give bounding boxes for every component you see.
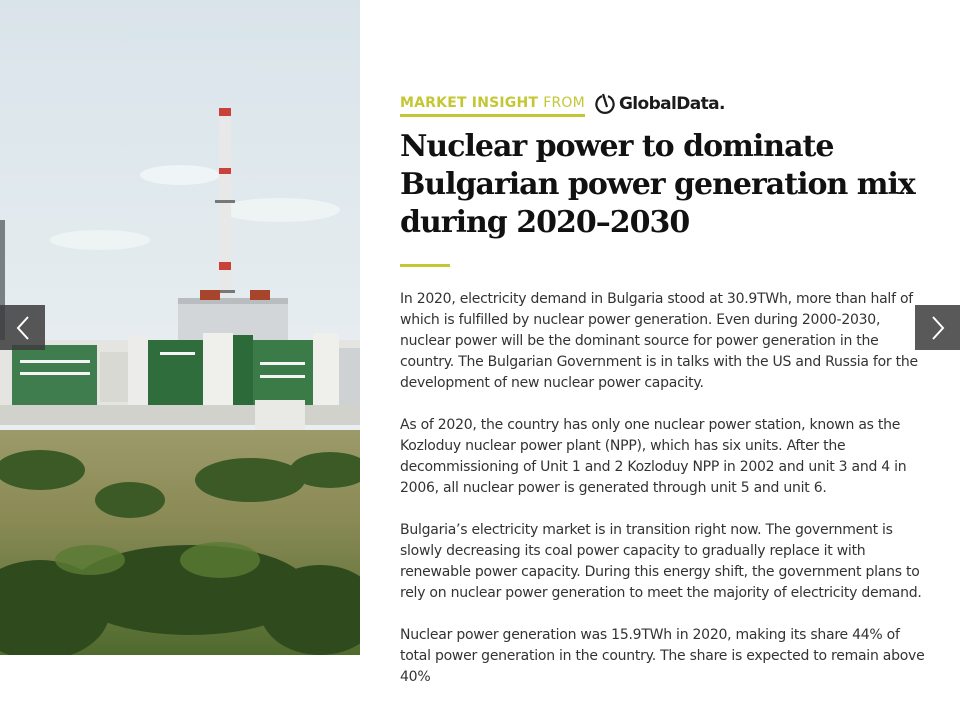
article-title: Nuclear power to dominate Bulgarian powe…	[400, 129, 916, 240]
article-paragraph-1: In 2020, electricity demand in Bulgaria …	[400, 291, 918, 391]
globaldata-logo-icon	[595, 93, 615, 114]
article-body: In 2020, electricity demand in Bulgaria …	[400, 289, 925, 688]
previous-slide-button[interactable]	[0, 305, 45, 350]
hero-photo	[0, 0, 360, 655]
nuclear-plant-photo	[0, 0, 360, 655]
article-paragraph-2: As of 2020, the country has only one nuc…	[400, 417, 907, 496]
brand-name: GlobalData.	[618, 94, 726, 114]
market-insight-label: MARKET INSIGHT FROM	[400, 93, 585, 117]
kicker-from-text: FROM	[543, 95, 585, 111]
article-kicker-row: MARKET INSIGHT FROM GlobalData.	[400, 90, 925, 120]
kicker-bold-text: MARKET INSIGHT	[400, 95, 539, 111]
chevron-right-icon	[931, 315, 944, 340]
article-paragraph-3: Bulgaria’s electricity market is in tran…	[400, 522, 922, 601]
article-paragraph-4: Nuclear power generation was 15.9TWh in …	[400, 627, 925, 685]
article-content: MARKET INSIGHT FROM GlobalData. Nuclear …	[400, 90, 925, 709]
chevron-left-icon	[16, 315, 29, 340]
globaldata-logo[interactable]: GlobalData.	[594, 93, 726, 115]
title-accent-divider	[400, 264, 450, 267]
